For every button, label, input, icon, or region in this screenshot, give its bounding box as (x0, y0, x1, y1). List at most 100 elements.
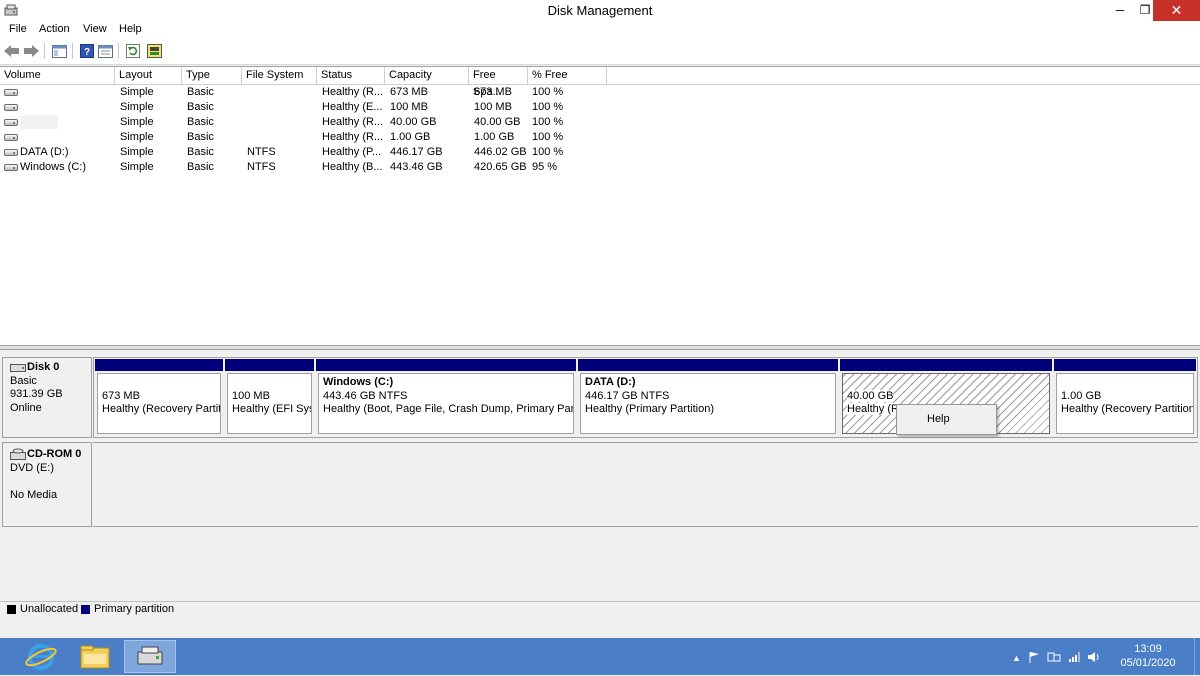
title-bar[interactable]: Disk Management ─ ❐ ✕ (0, 0, 1200, 21)
volume-list: Volume Layout Type File System Status Ca… (0, 66, 1200, 346)
console-tree-icon[interactable] (51, 43, 67, 59)
cell-capacity: 40.00 GB (390, 116, 437, 128)
disk-drive-icon (10, 362, 26, 375)
cell-percent-free: 100 % (532, 146, 564, 158)
partition-body: Windows (C:) 443.46 GB NTFS Healthy (Boo… (318, 373, 574, 434)
cell-capacity: 673 MB (390, 86, 428, 98)
column-percent-free[interactable]: % Free (528, 67, 607, 84)
refresh-icon[interactable] (125, 43, 141, 59)
cdrom0-info[interactable]: CD-ROM 0 DVD (E:) No Media (2, 442, 92, 527)
cell-volume: DATA (D:) (20, 146, 69, 158)
cell-status: Healthy (R... (322, 116, 384, 128)
column-volume[interactable]: Volume (0, 67, 115, 84)
svg-text:?: ? (84, 47, 90, 58)
network-icon[interactable] (1047, 651, 1061, 666)
partition-body: 1.00 GB Healthy (Recovery Partition) (1056, 373, 1194, 434)
table-row[interactable]: Simple Basic Healthy (R... 1.00 GB 1.00 … (0, 130, 1200, 145)
column-type[interactable]: Type (182, 67, 242, 84)
partition-size: 443.46 GB NTFS (323, 390, 408, 402)
cell-type: Basic (187, 161, 214, 173)
column-layout[interactable]: Layout (115, 67, 182, 84)
minimize-button[interactable]: ─ (1107, 0, 1133, 21)
table-row[interactable]: DATA (D:) Simple Basic NTFS Healthy (P..… (0, 145, 1200, 160)
forward-arrow-icon[interactable] (23, 43, 39, 59)
partition-status: Healthy (Recovery Partition) (1061, 403, 1194, 415)
table-row[interactable]: Simple Basic Healthy (R... 673 MB 673 MB… (0, 85, 1200, 100)
partition-header-bar (316, 359, 576, 371)
context-menu-help[interactable]: Help (899, 407, 994, 432)
partition-body: DATA (D:) 446.17 GB NTFS Healthy (Primar… (580, 373, 836, 434)
cdrom0-name: CD-ROM 0 (27, 448, 82, 460)
cell-layout: Simple (120, 161, 154, 173)
signal-icon[interactable] (1068, 651, 1080, 666)
drive-icon (4, 164, 18, 171)
internet-explorer-icon[interactable] (15, 640, 67, 673)
toolbar: ? (0, 39, 1200, 65)
table-row[interactable]: Simple Basic Healthy (E... 100 MB 100 MB… (0, 100, 1200, 115)
partition-status: Healthy (Boot, Page File, Crash Dump, Pr… (323, 403, 574, 415)
cdrom-drive-icon (10, 448, 26, 463)
legend-swatch-primary (81, 605, 90, 614)
cell-volume (20, 85, 114, 100)
partition-status: Healthy (Primary Partition) (585, 403, 714, 415)
menu-help[interactable]: Help (119, 23, 142, 35)
cell-percent-free: 100 % (532, 116, 564, 128)
menu-file[interactable]: File (9, 23, 27, 35)
menu-view[interactable]: View (83, 23, 107, 35)
cell-file-system: NTFS (247, 146, 276, 158)
disk-management-icon[interactable] (124, 640, 176, 673)
cell-status: Healthy (E... (322, 101, 383, 113)
partition-title: DATA (D:) (585, 376, 636, 388)
back-arrow-icon[interactable] (4, 43, 20, 59)
cdrom0-media: No Media (10, 489, 58, 501)
partition-recovery-1[interactable]: 673 MB Healthy (Recovery Partition) (95, 359, 223, 436)
file-explorer-icon[interactable] (69, 640, 121, 673)
disk0-info[interactable]: Disk 0 Basic 931.39 GB Online (2, 357, 92, 438)
action-center-flag-icon[interactable] (1028, 651, 1040, 666)
partition-efi[interactable]: 100 MB Healthy (EFI System Partition) (225, 359, 314, 436)
cell-layout: Simple (120, 131, 154, 143)
cell-type: Basic (187, 86, 214, 98)
column-file-system[interactable]: File System (242, 67, 317, 84)
disk0-name: Disk 0 (27, 361, 60, 373)
disk0-state: Online (10, 402, 42, 414)
legend-label-unallocated: Unallocated (20, 603, 79, 615)
partition-status: Healthy (R (847, 403, 899, 415)
cell-percent-free: 100 % (532, 86, 564, 98)
partition-windows-c[interactable]: Windows (C:) 443.46 GB NTFS Healthy (Boo… (316, 359, 576, 436)
drive-icon (4, 149, 18, 156)
partition-recovery-1gb[interactable]: 1.00 GB Healthy (Recovery Partition) (1054, 359, 1196, 436)
partition-size: 40.00 GB (847, 390, 894, 402)
cell-free-space: 40.00 GB (474, 116, 521, 128)
cell-free-space: 446.02 GB (474, 146, 527, 158)
column-status[interactable]: Status (317, 67, 385, 84)
clock[interactable]: 13:09 05/01/2020 (1118, 642, 1178, 670)
table-row[interactable]: Simple Basic Healthy (R... 40.00 GB 40.0… (0, 115, 1200, 130)
toolbar-separator (118, 43, 119, 59)
legend-bar: Unallocated Primary partition (0, 601, 1200, 619)
legend-label-primary: Primary partition (94, 603, 175, 615)
menu-action[interactable]: Action (39, 23, 70, 35)
column-free-space[interactable]: Free Spa... (469, 67, 528, 98)
cell-layout: Simple (120, 86, 154, 98)
partition-data-d[interactable]: DATA (D:) 446.17 GB NTFS Healthy (Primar… (578, 359, 838, 436)
show-hidden-icons-icon[interactable]: ▲ (1012, 653, 1021, 663)
cdrom0-strip (93, 442, 1198, 527)
volume-speaker-icon[interactable] (1087, 651, 1099, 666)
context-menu: Help (896, 404, 997, 435)
partition-status: Healthy (Recovery Partition) (102, 403, 221, 415)
column-capacity[interactable]: Capacity (385, 67, 469, 84)
partition-size: 673 MB (102, 390, 140, 402)
help-icon[interactable]: ? (79, 43, 95, 59)
cell-file-system: NTFS (247, 161, 276, 173)
clock-time: 13:09 (1134, 643, 1162, 655)
window-title: Disk Management (547, 3, 653, 18)
toolbar-separator (72, 43, 73, 59)
table-row[interactable]: Windows (C:) Simple Basic NTFS Healthy (… (0, 160, 1200, 175)
partition-body: 100 MB Healthy (EFI System Partition) (227, 373, 312, 434)
close-button[interactable]: ✕ (1153, 0, 1200, 21)
properties-icon[interactable] (97, 43, 113, 59)
show-desktop-button[interactable] (1194, 638, 1200, 675)
partition-size: 1.00 GB (1061, 390, 1102, 402)
rescan-disks-icon[interactable] (146, 43, 162, 59)
